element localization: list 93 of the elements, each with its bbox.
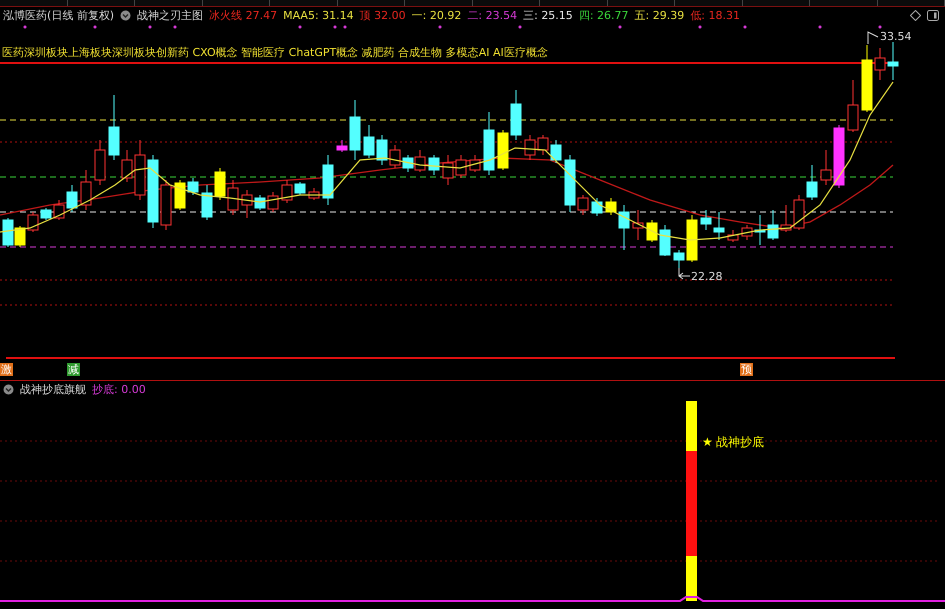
candlestick xyxy=(268,192,278,212)
candlestick xyxy=(498,130,508,170)
candlestick xyxy=(80,170,92,210)
candlestick xyxy=(470,154,480,172)
indicator-reading: 顶 32.00 xyxy=(360,8,406,23)
candlestick xyxy=(660,224,670,256)
candlestick xyxy=(336,140,348,152)
indicator-reading: 低: 18.31 xyxy=(690,8,740,23)
candlestick xyxy=(510,90,522,140)
leader-line xyxy=(868,31,878,44)
dropdown-icon[interactable] xyxy=(120,10,132,21)
candlestick xyxy=(40,208,52,220)
candlestick xyxy=(674,250,684,268)
indicator-reading: 二: 23.54 xyxy=(467,8,518,23)
candlestick xyxy=(592,198,602,216)
candlestick xyxy=(294,182,306,196)
candlestick xyxy=(308,188,320,200)
candlestick xyxy=(794,194,804,230)
candlestick xyxy=(14,226,26,248)
candlestick xyxy=(254,194,266,210)
concept-tags: 医药深圳板块上海板块深圳板块创新药 CXO概念 智能医疗 ChatGPT概念 减肥药 合成生物 多模态AI AI医疗概念 xyxy=(2,45,548,60)
candlestick xyxy=(606,198,616,216)
candlestick xyxy=(550,140,562,164)
candlestick xyxy=(700,210,712,230)
candlestick xyxy=(456,154,466,178)
indicator-reading: MAA5: 31.14 xyxy=(283,9,354,22)
candlestick xyxy=(820,150,832,186)
candlestick xyxy=(54,200,64,220)
candlestick xyxy=(754,214,766,246)
indicator-reading: 冰火线 27.47 xyxy=(209,8,278,23)
panel-icon[interactable] xyxy=(927,10,939,21)
signal-marker: 激 xyxy=(0,363,13,376)
indicator-reading: 一: 20.92 xyxy=(412,8,462,23)
candlestick xyxy=(122,150,132,182)
candlestick xyxy=(188,178,198,196)
candlestick xyxy=(618,204,630,250)
dropdown-icon[interactable] xyxy=(3,384,14,394)
indicator-reading: 五: 29.39 xyxy=(634,8,684,23)
candlestick xyxy=(742,224,752,240)
candlestick xyxy=(414,150,426,172)
leader-line xyxy=(678,268,690,280)
candlestick xyxy=(282,180,292,204)
candlestick xyxy=(108,94,120,160)
indicator-name: 战神抄底旗舰 xyxy=(20,382,86,396)
candlestick xyxy=(874,48,886,80)
indicator-name: 战神之刃主图 xyxy=(137,8,204,23)
candlestick xyxy=(484,112,494,176)
candlestick xyxy=(66,184,78,212)
candlestick xyxy=(202,184,212,220)
signal-marker: 减 xyxy=(67,363,80,376)
candlestick xyxy=(780,204,792,232)
candlestick xyxy=(214,168,226,200)
candlestick xyxy=(768,210,778,240)
candlestick xyxy=(564,154,576,212)
candlestick xyxy=(94,140,106,186)
candlestick xyxy=(2,218,14,248)
candlestick xyxy=(714,212,724,240)
candlestick xyxy=(228,180,238,216)
candlestick xyxy=(888,42,898,80)
candlestick xyxy=(728,230,738,242)
candlestick xyxy=(686,214,698,262)
candlestick xyxy=(364,124,374,158)
candlestick xyxy=(632,210,644,240)
indicator-reading: 抄底: 0.00 xyxy=(92,382,146,396)
star-icon: ★ xyxy=(702,435,713,449)
candlestick xyxy=(390,144,400,168)
low-price-label: 22.28 xyxy=(691,270,722,283)
candlestick xyxy=(160,180,172,230)
candlestick xyxy=(402,154,414,172)
candlestick xyxy=(28,212,38,232)
high-price-label: 33.54 xyxy=(880,30,912,43)
candlestick xyxy=(174,180,186,210)
candlestick xyxy=(578,194,588,216)
candlestick xyxy=(322,154,334,206)
candlestick xyxy=(350,100,360,160)
candlestick xyxy=(428,154,440,176)
signal-marker: 预 xyxy=(740,363,753,376)
stock-title: 泓博医药(日线 前复权) xyxy=(3,8,114,23)
signal-label: 战神抄底 xyxy=(716,435,764,449)
candlestick xyxy=(538,134,548,156)
candlestick xyxy=(848,80,858,132)
candlestick xyxy=(376,134,388,166)
indicator-reading: 四: 26.77 xyxy=(578,8,629,23)
candlestick xyxy=(242,190,252,218)
candlestick xyxy=(524,134,536,160)
candlestick xyxy=(442,154,454,186)
diamond-icon[interactable] xyxy=(910,10,921,21)
indicator-reading: 三: 25.15 xyxy=(523,8,573,23)
candlestick xyxy=(834,124,844,188)
candlestick xyxy=(134,140,146,200)
candlestick xyxy=(806,164,818,200)
candlestick xyxy=(646,220,658,242)
candlestick xyxy=(862,44,872,112)
